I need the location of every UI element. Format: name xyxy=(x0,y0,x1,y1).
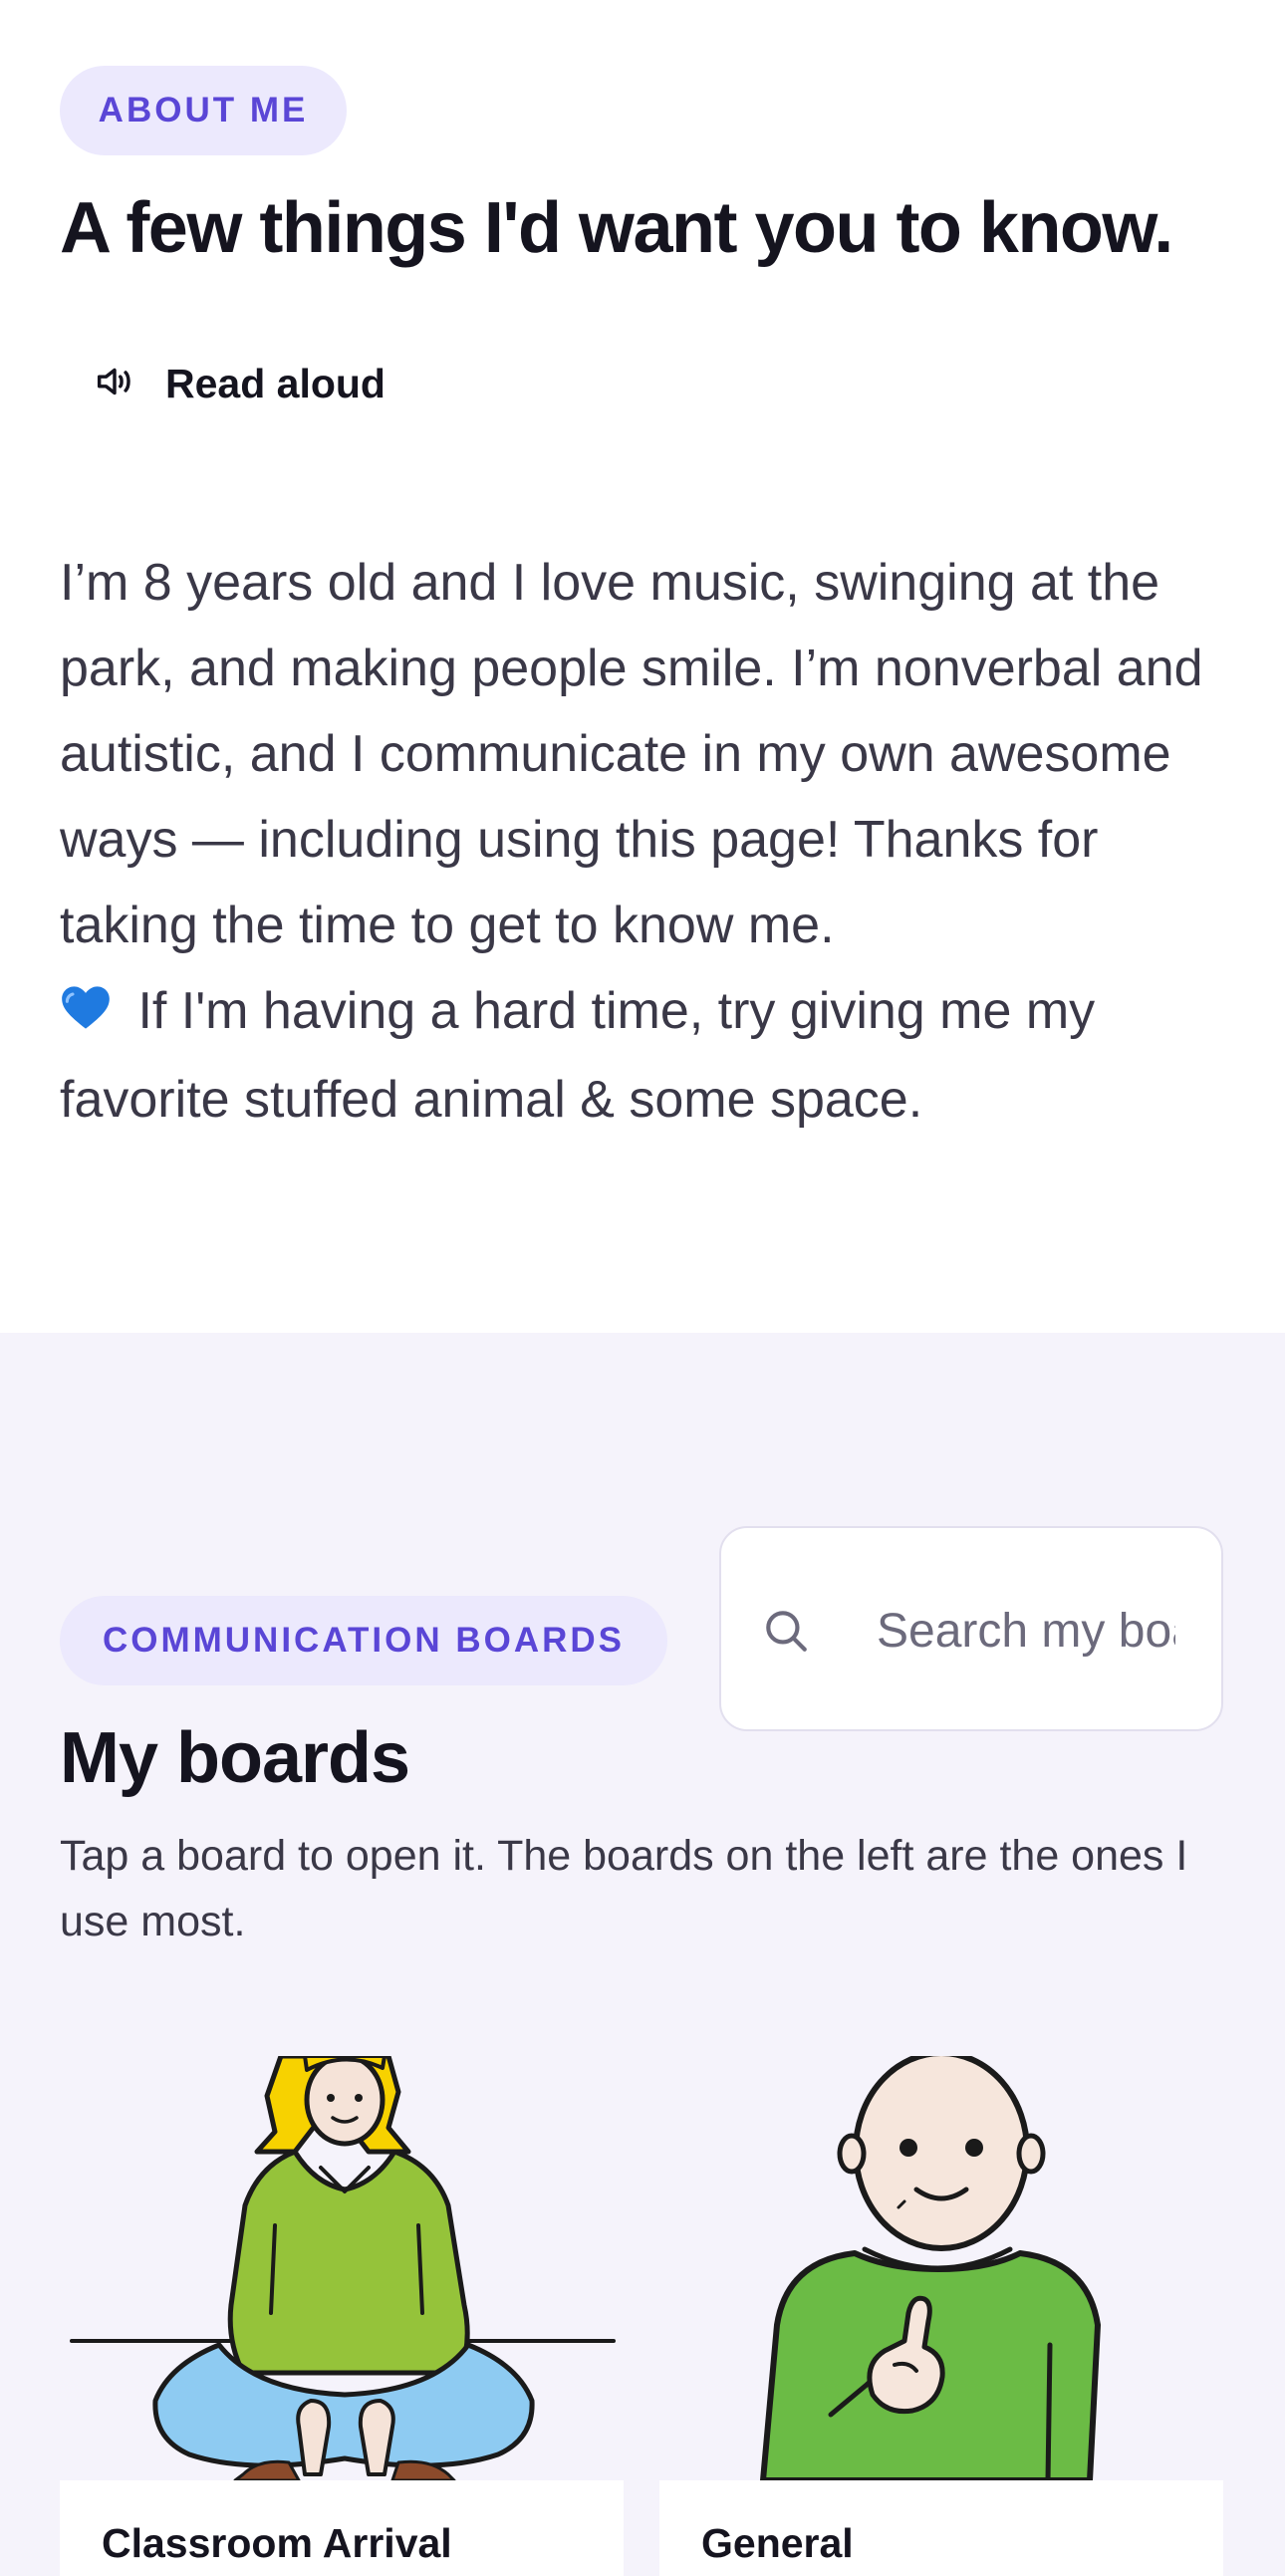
communication-boards-section: COMMUNICATION BOARDS My boards Tap a boa… xyxy=(0,1333,1285,2576)
about-bio-text: I’m 8 years old and I love music, swingi… xyxy=(60,554,1203,954)
boy-pointing-to-self-illustration xyxy=(659,2056,1223,2480)
board-card-label-bar: Classroom Arrival xyxy=(60,2480,624,2576)
board-card-label: General xyxy=(701,2520,854,2566)
boards-title: My boards xyxy=(60,1718,410,1798)
about-me-section: ABOUT ME A few things I'd want you to kn… xyxy=(0,0,1285,1333)
girl-sitting-cross-legged-illustration xyxy=(60,2056,624,2480)
read-aloud-label: Read aloud xyxy=(165,360,386,406)
board-card-label: Classroom Arrival xyxy=(102,2520,452,2566)
boards-subtitle: Tap a board to open it. The boards on th… xyxy=(60,1832,1188,1945)
page: ABOUT ME A few things I'd want you to kn… xyxy=(0,0,1285,2576)
about-bio-text-2: If I'm having a hard time, try giving me… xyxy=(60,982,1096,1130)
blue-heart-icon xyxy=(60,971,112,1057)
about-me-badge: ABOUT ME xyxy=(60,66,347,155)
speaker-icon xyxy=(92,359,137,409)
board-card-general[interactable]: General xyxy=(659,2056,1223,2576)
board-search[interactable] xyxy=(719,1526,1223,1731)
about-title: A few things I'd want you to know. xyxy=(60,188,1173,268)
board-card-classroom-arrival[interactable]: Classroom Arrival xyxy=(60,2056,624,2576)
about-bio: I’m 8 years old and I love music, swingi… xyxy=(60,540,1235,1143)
search-input[interactable] xyxy=(877,1588,1175,1674)
read-aloud-button[interactable]: Read aloud xyxy=(92,339,450,428)
communication-boards-badge: COMMUNICATION BOARDS xyxy=(60,1596,667,1685)
board-card-label-bar: General xyxy=(659,2480,1223,2576)
